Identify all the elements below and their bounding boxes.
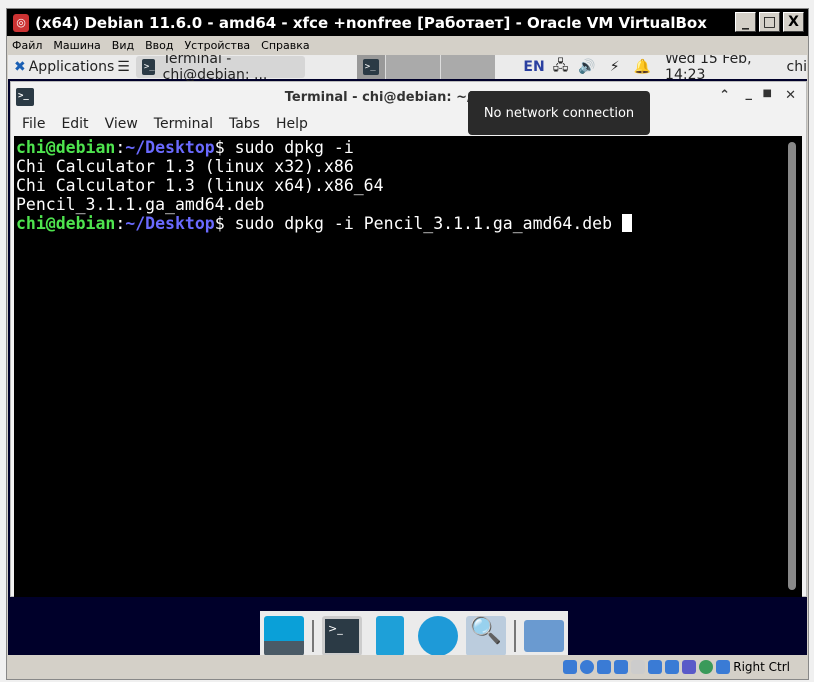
cursor [621, 214, 632, 232]
volume-icon[interactable]: 🔊 [578, 59, 595, 75]
usb-icon[interactable] [614, 660, 629, 674]
guest-screen: ✖ Applications ☰ >_ Terminal - chi@debian: … [8, 55, 807, 655]
workspace-2[interactable] [384, 55, 441, 79]
host-key-label: Right Ctrl [733, 660, 790, 674]
optical-drive-icon[interactable] [580, 660, 595, 674]
taskbar-terminal[interactable]: >_ Terminal - chi@debian: ... [135, 55, 305, 83]
terminal-icon: >_ [141, 59, 155, 75]
app-finder-icon[interactable]: 🔍 [466, 616, 506, 655]
file-manager-icon[interactable] [376, 616, 404, 655]
folder-icon[interactable] [524, 620, 564, 652]
xfce-logo-icon: ✖ [14, 59, 26, 75]
menu-view[interactable]: Вид [112, 39, 134, 52]
applications-label: Applications [28, 59, 115, 75]
menu-tabs[interactable]: Tabs [229, 116, 260, 132]
window-title: (x64) Debian 11.6.0 - amd64 - xfce +nonf… [35, 13, 707, 32]
taskbar-label: Terminal - chi@debian: ... [162, 55, 268, 83]
prompt-line: chi@debian:~/Desktop$ sudo dpkg -i Penci… [16, 214, 802, 233]
output-line: Chi Calculator 1.3 (linux x64).x86_64 [16, 176, 384, 195]
workspace-1[interactable]: >_ [356, 55, 385, 79]
menu-help[interactable]: Help [276, 116, 308, 132]
web-browser-icon[interactable] [418, 616, 458, 655]
clock[interactable]: Wed 15 Feb, 14:23 [665, 55, 775, 83]
terminal-title-bar: >_ Terminal - chi@debian: ~/Desktop ⌃ _ … [11, 82, 806, 112]
terminal-menu-bar: File Edit View Terminal Tabs Help [11, 112, 806, 135]
maximize-button[interactable]: □ [759, 12, 780, 32]
menu-input[interactable]: Ввод [145, 39, 173, 52]
keyboard-layout[interactable]: EN [523, 59, 544, 75]
menu-machine[interactable]: Машина [53, 39, 100, 52]
show-desktop-icon[interactable] [264, 616, 304, 655]
output-line: Chi Calculator 1.3 (linux x32).x86 [16, 157, 354, 176]
virtualbox-logo-icon: ◎ [13, 13, 29, 32]
vbox-status-bar: Right Ctrl [7, 655, 808, 679]
menu-view[interactable]: View [105, 116, 138, 132]
terminal-output[interactable]: chi@debian:~/Desktop$ sudo dpkg -i Chi Ca… [14, 136, 802, 597]
display-icon[interactable] [648, 660, 663, 674]
xfce-panel: ✖ Applications ☰ >_ Terminal - chi@debian: … [8, 55, 807, 83]
terminal-icon: >_ [362, 59, 379, 75]
dock-separator [312, 620, 314, 652]
battery-icon[interactable]: ⚡ [610, 59, 620, 75]
hard-disk-icon[interactable] [563, 660, 578, 674]
video-capture-icon[interactable] [665, 660, 680, 674]
terminal-close-button[interactable]: ✕ [785, 88, 796, 103]
dock-separator [514, 620, 516, 652]
menu-file[interactable]: File [22, 116, 45, 132]
terminal-minimize-button[interactable]: _ [746, 86, 753, 101]
menu-file[interactable]: Файл [12, 39, 42, 52]
applications-menu[interactable]: ✖ Applications ☰ [8, 56, 136, 78]
workspace-3[interactable] [440, 55, 496, 79]
network-status-icon[interactable] [699, 660, 714, 674]
terminal-window: >_ Terminal - chi@debian: ~/Desktop ⌃ _ … [10, 81, 807, 597]
minimize-button[interactable]: _ [735, 12, 756, 32]
vbox-title-bar: ◎ (x64) Debian 11.6.0 - amd64 - xfce +no… [7, 9, 808, 36]
virtualbox-window: ◎ (x64) Debian 11.6.0 - amd64 - xfce +no… [6, 8, 809, 680]
virtualization-icon[interactable] [682, 660, 697, 674]
prompt-line: chi@debian:~/Desktop$ sudo dpkg -i [16, 138, 354, 157]
mouse-integration-icon[interactable] [716, 660, 731, 674]
menu-edit[interactable]: Edit [61, 116, 88, 132]
shade-button[interactable]: ⌃ [719, 88, 730, 103]
vbox-menu-bar: Файл Машина Вид Ввод Устройства Справка [7, 36, 310, 55]
close-button[interactable]: X [783, 12, 804, 32]
terminal-icon: >_ [16, 88, 34, 106]
terminal-maximize-button[interactable]: ■ [763, 88, 772, 99]
menu-devices[interactable]: Устройства [184, 39, 250, 52]
network-tooltip: No network connection [468, 91, 650, 135]
scrollbar[interactable] [788, 142, 796, 590]
network-disconnected-icon[interactable]: 🖧 [553, 55, 569, 79]
shared-folders-icon[interactable] [631, 660, 646, 674]
output-line: Pencil_3.1.1.ga_amd64.deb [16, 195, 265, 214]
user-menu[interactable]: chi [787, 59, 807, 75]
terminal-launcher-icon[interactable]: >_ [322, 616, 362, 655]
menu-help[interactable]: Справка [261, 39, 309, 52]
menu-terminal[interactable]: Terminal [154, 116, 213, 132]
dock: >_ 🔍 [260, 611, 568, 655]
audio-icon[interactable] [597, 660, 612, 674]
notification-bell-icon[interactable]: 🔔 [634, 59, 651, 75]
